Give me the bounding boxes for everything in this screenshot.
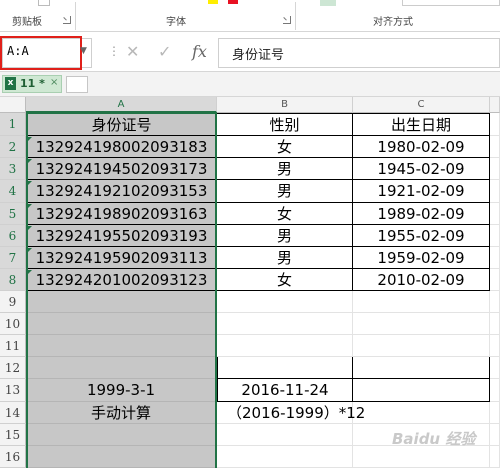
clipboard-launcher-icon[interactable]	[63, 16, 71, 24]
ribbon: 剪贴板 字体 对齐方式	[0, 0, 500, 32]
cell-b11[interactable]	[217, 335, 353, 357]
cell-d6[interactable]	[490, 225, 500, 247]
enter-icon[interactable]: ✓	[158, 42, 171, 61]
cell-c6[interactable]: 1955-02-09	[353, 225, 490, 247]
cell-b10[interactable]	[217, 313, 353, 335]
alignment-group-label: 对齐方式	[373, 17, 413, 28]
cell-d4[interactable]	[490, 180, 500, 203]
cell-d5[interactable]	[490, 203, 500, 225]
cell-b14[interactable]: （2016-1999）*12	[217, 402, 365, 424]
drag-handle-icon[interactable]: ⋮	[108, 44, 120, 58]
formula-content: 身份证号	[232, 48, 285, 63]
cell-b3[interactable]: 男	[217, 158, 353, 180]
row-header-3[interactable]: 3	[0, 158, 26, 180]
cell-d8[interactable]	[490, 269, 500, 291]
font-color-icon[interactable]	[228, 0, 238, 4]
align-icon[interactable]	[320, 0, 336, 6]
cell-d14[interactable]	[490, 402, 500, 424]
name-box-value: A:A	[7, 44, 29, 58]
cell-b1[interactable]: 性别	[217, 113, 353, 136]
cell-d1[interactable]	[490, 113, 500, 136]
selection-outline	[26, 112, 217, 468]
wrap-text-button[interactable]	[402, 0, 500, 6]
row-header-6[interactable]: 6	[0, 225, 26, 247]
formula-buttons: ✕ ✓ fx	[120, 38, 216, 68]
row-header-14[interactable]: 14	[0, 402, 26, 424]
insert-function-icon[interactable]: fx	[192, 42, 207, 61]
row-header-4[interactable]: 4	[0, 180, 26, 203]
cell-c10[interactable]	[353, 313, 490, 335]
column-header-c[interactable]: C	[353, 97, 490, 113]
cell-c16[interactable]	[353, 446, 490, 468]
cell-c7[interactable]: 1959-02-09	[353, 247, 490, 269]
cell-d7[interactable]	[490, 247, 500, 269]
cell-c11[interactable]	[353, 335, 490, 357]
cell-d13[interactable]	[490, 379, 500, 402]
cell-c8[interactable]: 2010-02-09	[353, 269, 490, 291]
row-header-15[interactable]: 15	[0, 424, 26, 446]
cell-d10[interactable]	[490, 313, 500, 335]
cell-d3[interactable]	[490, 158, 500, 180]
cell-b16[interactable]	[217, 446, 353, 468]
cell-b12[interactable]	[217, 357, 353, 379]
cell-c1[interactable]: 出生日期	[353, 113, 490, 136]
cell-d11[interactable]	[490, 335, 500, 357]
row-header-9[interactable]: 9	[0, 291, 26, 313]
row-header-8[interactable]: 8	[0, 269, 26, 291]
group-divider	[295, 2, 296, 30]
watermark-logo: Baidu 经验	[392, 430, 476, 448]
column-header-b[interactable]: B	[217, 97, 353, 113]
cell-b15[interactable]	[217, 424, 353, 446]
row-header-2[interactable]: 2	[0, 136, 26, 158]
column-header-d[interactable]	[490, 97, 500, 113]
row-header-7[interactable]: 7	[0, 247, 26, 269]
highlight-color-icon[interactable]	[208, 0, 218, 4]
cell-b4[interactable]: 男	[217, 180, 353, 203]
row-header-11[interactable]: 11	[0, 335, 26, 357]
cell-c14[interactable]	[353, 402, 490, 424]
font-group-label: 字体	[166, 17, 186, 28]
excel-icon: x	[5, 77, 16, 90]
row-header-12[interactable]: 12	[0, 357, 26, 379]
cell-b2[interactable]: 女	[217, 136, 353, 158]
font-launcher-icon[interactable]	[283, 16, 291, 24]
row-header-13[interactable]: 13	[0, 379, 26, 402]
cell-c9[interactable]	[353, 291, 490, 313]
cell-c2[interactable]: 1980-02-09	[353, 136, 490, 158]
row-header-16[interactable]: 16	[0, 446, 26, 468]
new-tab-button[interactable]	[66, 76, 88, 93]
cell-b7[interactable]: 男	[217, 247, 353, 269]
cell-d2[interactable]	[490, 136, 500, 158]
row-header-10[interactable]: 10	[0, 313, 26, 335]
cell-b6[interactable]: 男	[217, 225, 353, 247]
cell-c12[interactable]	[353, 357, 490, 379]
format-painter-icon[interactable]	[38, 0, 50, 6]
cell-d15[interactable]	[490, 424, 500, 446]
cell-b13[interactable]: 2016-11-24	[217, 379, 353, 402]
chevron-down-icon[interactable]: ▼	[80, 46, 87, 56]
cell-d16[interactable]	[490, 446, 500, 468]
cell-c4[interactable]: 1921-02-09	[353, 180, 490, 203]
group-divider	[75, 2, 76, 30]
cell-c3[interactable]: 1945-02-09	[353, 158, 490, 180]
close-icon[interactable]: ×	[50, 77, 58, 88]
row-header-5[interactable]: 5	[0, 203, 26, 225]
cell-b5[interactable]: 女	[217, 203, 353, 225]
cell-b9[interactable]	[217, 291, 353, 313]
cell-c5[interactable]: 1989-02-09	[353, 203, 490, 225]
select-all-corner[interactable]	[0, 97, 26, 113]
cell-d9[interactable]	[490, 291, 500, 313]
row-header-1[interactable]: 1	[0, 113, 26, 136]
column-header-a[interactable]: A	[26, 97, 217, 113]
cell-d12[interactable]	[490, 357, 500, 379]
cell-b8[interactable]: 女	[217, 269, 353, 291]
cancel-icon[interactable]: ✕	[126, 42, 139, 61]
cell-c13[interactable]	[353, 379, 490, 402]
clipboard-group-label: 剪贴板	[12, 17, 42, 28]
document-tab-label: 11 *	[20, 77, 45, 90]
